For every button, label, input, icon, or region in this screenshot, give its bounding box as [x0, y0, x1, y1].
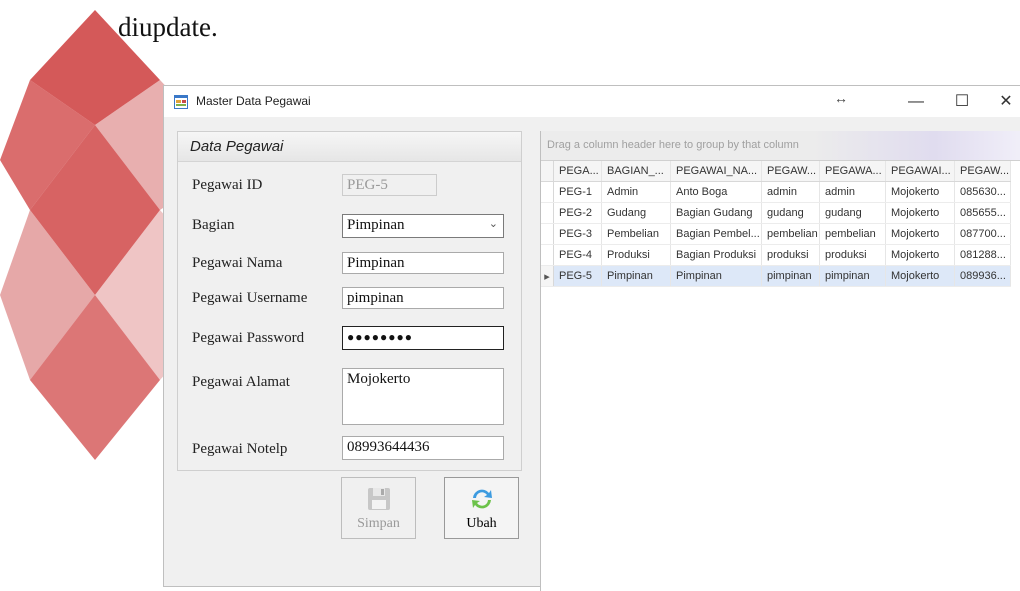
label-pegawai-id: Pegawai ID	[192, 177, 263, 193]
chevron-down-icon: ⌄	[488, 218, 498, 230]
table-cell[interactable]: Bagian Pembel...	[670, 223, 762, 245]
pegawai-table: PEGA... BAGIAN_... PEGAWAI_NA... PEGAW..…	[541, 161, 1011, 287]
table-row-selected[interactable]: ▸ PEG-5 Pimpinan Pimpinan pimpinan pimpi…	[541, 265, 1011, 287]
label-pegawai-notelp: Pegawai Notelp	[192, 441, 288, 457]
table-cell[interactable]: pimpinan	[819, 265, 886, 287]
table-cell[interactable]: 087700...	[954, 223, 1011, 245]
floppy-disk-icon	[367, 488, 390, 510]
label-pegawai-password: Pegawai Password	[192, 330, 305, 346]
resize-arrows-icon: ↔	[834, 90, 848, 106]
table-cell[interactable]: Pembelian	[601, 223, 671, 245]
pegawai-data-grid[interactable]: Drag a column header here to group by th…	[540, 131, 1020, 591]
table-cell[interactable]: Mojokerto	[885, 265, 955, 287]
table-cell[interactable]: Mojokerto	[885, 202, 955, 224]
bagian-selected-value: Pimpinan	[347, 217, 405, 233]
row-indicator	[541, 244, 554, 266]
simpan-button[interactable]: Simpan	[341, 477, 416, 539]
table-cell[interactable]: gudang	[819, 202, 886, 224]
table-cell[interactable]: Produksi	[601, 244, 671, 266]
table-cell[interactable]: PEG-3	[553, 223, 602, 245]
table-cell[interactable]: pimpinan	[761, 265, 820, 287]
table-cell[interactable]: admin	[819, 181, 886, 203]
pegawai-id-field: PEG-5	[342, 174, 437, 196]
column-header[interactable]: PEGAW...	[761, 161, 820, 182]
master-data-pegawai-window: Master Data Pegawai ↔ — ☐ ✕ Data Pegawai…	[163, 85, 1020, 591]
table-cell[interactable]: Mojokerto	[885, 244, 955, 266]
minimize-button[interactable]: —	[894, 90, 938, 114]
table-cell[interactable]: PEG-4	[553, 244, 602, 266]
label-bagian: Bagian	[192, 217, 235, 233]
table-cell[interactable]: Bagian Produksi	[670, 244, 762, 266]
column-header[interactable]: PEGAWAI_NA...	[670, 161, 762, 182]
window-title: Master Data Pegawai	[196, 94, 311, 108]
column-header[interactable]: PEGAWAI...	[885, 161, 955, 182]
table-header-row: PEGA... BAGIAN_... PEGAWAI_NA... PEGAW..…	[541, 161, 1011, 182]
label-pegawai-username: Pegawai Username	[192, 290, 308, 306]
pegawai-username-input[interactable]: pimpinan	[342, 287, 504, 309]
current-row-indicator-icon: ▸	[541, 265, 554, 287]
table-cell[interactable]: Anto Boga	[670, 181, 762, 203]
label-pegawai-alamat: Pegawai Alamat	[192, 374, 290, 390]
ubah-label: Ubah	[466, 516, 497, 531]
table-cell[interactable]: Bagian Gudang	[670, 202, 762, 224]
table-row[interactable]: PEG-1 Admin Anto Boga admin admin Mojoke…	[541, 181, 1011, 203]
table-cell[interactable]: 089936...	[954, 265, 1011, 287]
table-cell[interactable]: Pimpinan	[601, 265, 671, 287]
table-cell[interactable]: PEG-5	[553, 265, 602, 287]
pegawai-alamat-textarea[interactable]: Mojokerto	[342, 368, 504, 425]
group-title: Data Pegawai	[178, 132, 521, 162]
group-by-panel[interactable]: Drag a column header here to group by th…	[541, 131, 1020, 161]
refresh-icon	[471, 489, 492, 509]
pegawai-password-input[interactable]: ●●●●●●●●	[342, 326, 504, 350]
table-cell[interactable]: produksi	[819, 244, 886, 266]
title-bar[interactable]: Master Data Pegawai ↔ — ☐ ✕	[164, 86, 1020, 117]
table-cell[interactable]: produksi	[761, 244, 820, 266]
app-form-icon	[174, 95, 188, 109]
row-indicator	[541, 223, 554, 245]
ubah-button[interactable]: Ubah	[444, 477, 519, 539]
simpan-label: Simpan	[357, 516, 400, 531]
data-pegawai-group: Data Pegawai Pegawai ID PEG-5 Bagian Pim…	[177, 131, 522, 471]
pegawai-notelp-input[interactable]: 08993644436	[342, 436, 504, 460]
table-cell[interactable]: Pimpinan	[670, 265, 762, 287]
row-indicator	[541, 181, 554, 203]
document-text: diupdate.	[118, 12, 218, 42]
table-cell[interactable]: PEG-2	[553, 202, 602, 224]
column-header[interactable]: PEGA...	[553, 161, 602, 182]
column-header[interactable]: PEGAW...	[954, 161, 1011, 182]
table-cell[interactable]: 081288...	[954, 244, 1011, 266]
table-cell[interactable]: 085630...	[954, 181, 1011, 203]
bagian-select[interactable]: Pimpinan ⌄	[342, 214, 504, 238]
table-row[interactable]: PEG-2 Gudang Bagian Gudang gudang gudang…	[541, 202, 1011, 224]
table-cell[interactable]: Mojokerto	[885, 223, 955, 245]
label-pegawai-nama: Pegawai Nama	[192, 255, 283, 271]
table-cell[interactable]: pembelian	[761, 223, 820, 245]
table-cell[interactable]: Admin	[601, 181, 671, 203]
maximize-button[interactable]: ☐	[940, 90, 984, 114]
column-header[interactable]: BAGIAN_...	[601, 161, 671, 182]
column-header[interactable]: PEGAWA...	[819, 161, 886, 182]
table-cell[interactable]: pembelian	[819, 223, 886, 245]
row-indicator-header	[541, 161, 554, 182]
table-cell[interactable]: PEG-1	[553, 181, 602, 203]
table-cell[interactable]: admin	[761, 181, 820, 203]
pegawai-nama-input[interactable]: Pimpinan	[342, 252, 504, 274]
table-row[interactable]: PEG-3 Pembelian Bagian Pembel... pembeli…	[541, 223, 1011, 245]
table-cell[interactable]: gudang	[761, 202, 820, 224]
close-button[interactable]: ✕	[984, 90, 1020, 114]
table-cell[interactable]: Gudang	[601, 202, 671, 224]
table-cell[interactable]: Mojokerto	[885, 181, 955, 203]
row-indicator	[541, 202, 554, 224]
table-cell[interactable]: 085655...	[954, 202, 1011, 224]
table-row[interactable]: PEG-4 Produksi Bagian Produksi produksi …	[541, 244, 1011, 266]
